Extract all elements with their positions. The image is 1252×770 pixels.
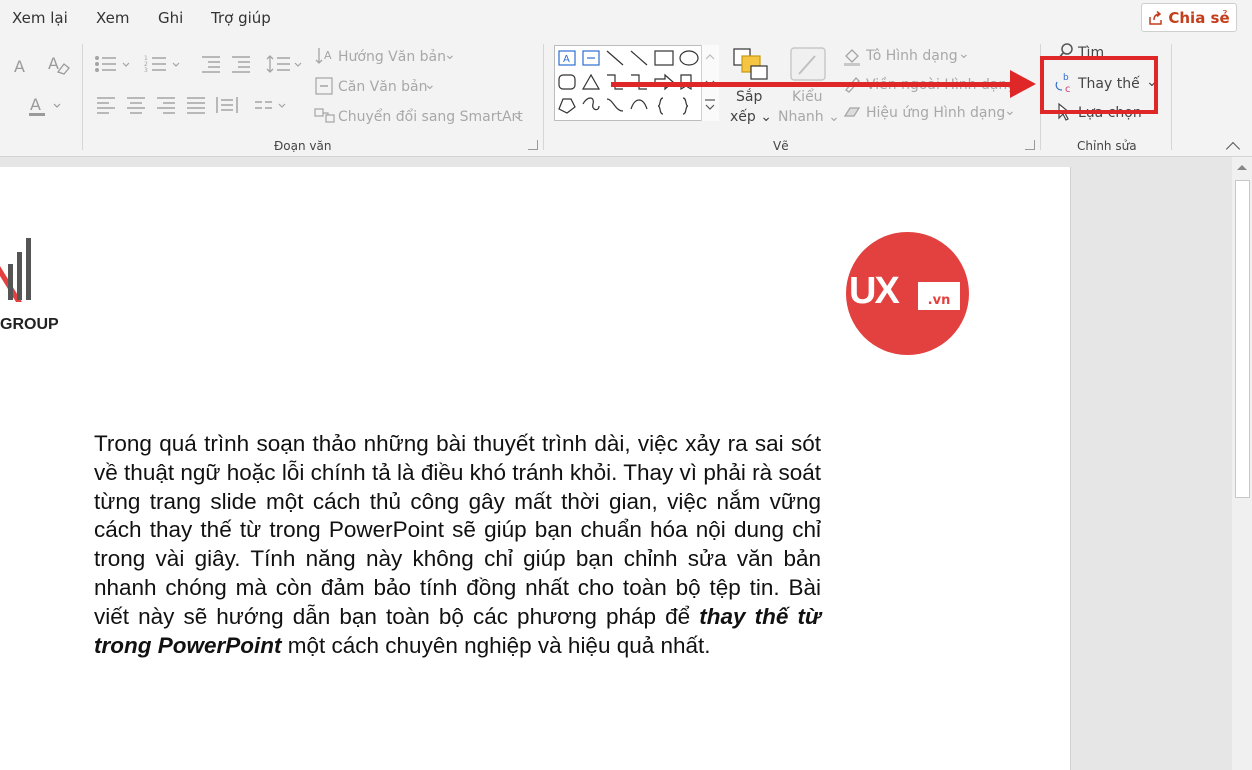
- share-button[interactable]: Chia sẻ: [1141, 3, 1237, 32]
- quick-styles-icon[interactable]: [789, 46, 827, 82]
- paragraph-start: Trong quá trình soạn thảo những bài thuy…: [94, 431, 821, 629]
- tab-record[interactable]: Ghi: [158, 9, 183, 27]
- share-icon: [1149, 10, 1163, 25]
- justify-icon[interactable]: [186, 96, 206, 114]
- svg-text:A: A: [324, 49, 332, 62]
- svg-text:A: A: [563, 54, 570, 65]
- tab-review[interactable]: Xem lại: [12, 9, 68, 27]
- shape-fill-button[interactable]: Tô Hình dạng: [866, 48, 958, 64]
- svg-text:A: A: [48, 54, 59, 73]
- scroll-up-icon[interactable]: [1236, 162, 1248, 172]
- distributed-icon[interactable]: [216, 96, 238, 114]
- paragraph-dialog-launcher[interactable]: [528, 140, 538, 150]
- separator: [1171, 44, 1172, 150]
- annotation-arrow-head: [1010, 70, 1036, 98]
- group-logo-icon: [0, 238, 31, 302]
- paragraph-end: một cách chuyên nghiệp và hiệu quả nhất.: [281, 632, 711, 658]
- separator: [82, 44, 83, 150]
- chevron-down-icon: ⌄: [1004, 103, 1016, 119]
- svg-text:A: A: [30, 95, 41, 114]
- paragraph-group-label: Đoạn văn: [274, 139, 332, 153]
- annotation-arrow-line: [611, 82, 1016, 87]
- quick-styles-label[interactable]: Kiểu: [792, 89, 823, 105]
- replace-highlight-box: [1040, 56, 1158, 114]
- uxvn-logo-suffix: .vn: [918, 282, 960, 310]
- align-left-icon[interactable]: [96, 96, 116, 114]
- scrollbar-thumb[interactable]: [1235, 180, 1250, 498]
- clear-formatting-icon[interactable]: A: [46, 54, 72, 76]
- line-spacing-icon[interactable]: [266, 54, 306, 74]
- chevron-down-icon: ⌄: [512, 107, 524, 123]
- chevron-down-icon: ⌄: [958, 46, 970, 62]
- font-size-decrease-icon[interactable]: A: [8, 56, 34, 76]
- align-text-button[interactable]: Căn Văn bản: [338, 79, 428, 95]
- tab-help[interactable]: Trợ giúp: [211, 9, 271, 27]
- svg-text:3: 3: [144, 67, 148, 74]
- tab-view[interactable]: Xem: [96, 9, 129, 27]
- svg-text:A: A: [14, 57, 25, 76]
- share-label: Chia sẻ: [1168, 8, 1230, 27]
- group-logo-text: GROUP: [0, 316, 59, 333]
- uxvn-logo-text: UX: [849, 270, 900, 312]
- shape-fill-icon: [844, 49, 860, 66]
- font-color-icon[interactable]: A: [26, 94, 66, 118]
- quick-styles-label-2[interactable]: Nhanh ⌄: [778, 109, 840, 125]
- text-direction-icon: A: [315, 48, 332, 64]
- collapse-ribbon-icon[interactable]: [1225, 141, 1241, 157]
- increase-indent-icon[interactable]: [230, 54, 252, 74]
- drawing-group-label: Vẽ: [773, 139, 789, 153]
- chevron-down-icon: ⌄: [424, 77, 436, 93]
- shape-effects-icon: [843, 107, 861, 117]
- chevron-down-icon: ⌄: [444, 47, 456, 63]
- align-center-icon[interactable]: [126, 96, 146, 114]
- convert-smartart-button[interactable]: Chuyển đổi sang SmartArt: [338, 109, 523, 125]
- align-text-icon: [315, 77, 333, 95]
- menu-bar: Xem lại Xem Ghi Trợ giúp Chia sẻ: [0, 0, 1252, 38]
- text-direction-button[interactable]: Hướng Văn bản: [338, 49, 446, 65]
- numbering-icon[interactable]: 123: [144, 54, 186, 74]
- editing-group-label: Chỉnh sửa: [1077, 139, 1137, 153]
- arrange-icon[interactable]: [731, 46, 769, 82]
- shape-effects-button[interactable]: Hiệu ứng Hình dạng: [866, 105, 1005, 121]
- smartart-icon: [314, 108, 335, 123]
- arrange-label[interactable]: Sắp: [736, 89, 762, 105]
- arrange-label-2[interactable]: xếp ⌄: [730, 109, 772, 125]
- separator: [543, 44, 544, 150]
- slide-text-box[interactable]: Trong quá trình soạn thảo những bài thuy…: [94, 430, 821, 660]
- columns-icon[interactable]: [254, 98, 290, 114]
- drawing-dialog-launcher[interactable]: [1025, 140, 1035, 150]
- align-right-icon[interactable]: [156, 96, 176, 114]
- decrease-indent-icon[interactable]: [200, 54, 222, 74]
- bullets-icon[interactable]: [94, 54, 136, 74]
